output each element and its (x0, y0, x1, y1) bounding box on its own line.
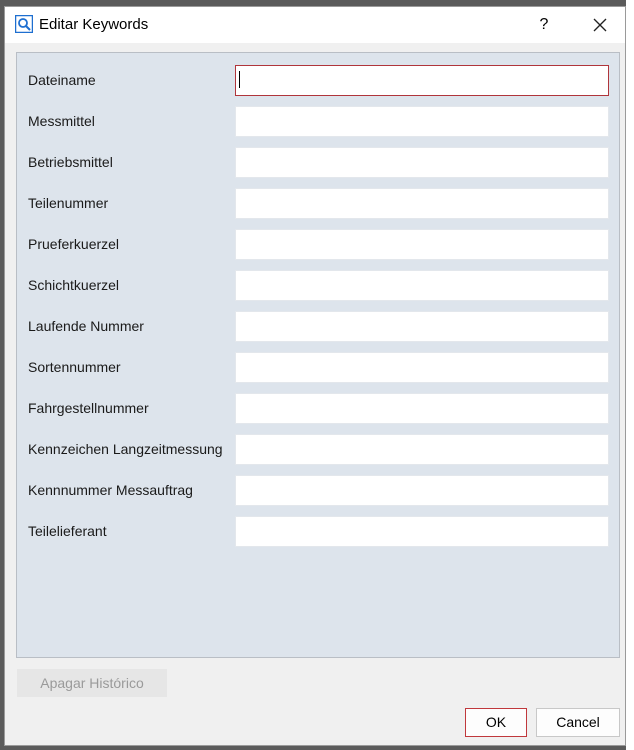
field-label: Dateiname (28, 72, 96, 88)
field-label: Kennzeichen Langzeitmessung (28, 441, 223, 457)
help-button[interactable]: ? (529, 11, 559, 39)
field-label: Schichtkuerzel (28, 277, 120, 293)
betriebsmittel-input[interactable] (235, 147, 609, 178)
field-row-kennnummer-messauftrag: Kennnummer Messauftrag (17, 475, 619, 506)
field-label: Teilelieferant (28, 523, 107, 539)
fahrgestellnummer-input[interactable] (235, 393, 609, 424)
field-row-teilenummer: Teilenummer (17, 188, 619, 219)
field-row-schichtkuerzel: Schichtkuerzel (17, 270, 619, 301)
kennzeichen-langzeitmessung-input[interactable] (235, 434, 609, 465)
edit-keywords-dialog: Editar Keywords ? Dateiname Messmittel B… (4, 6, 626, 746)
search-icon (14, 14, 34, 34)
close-icon (593, 18, 607, 32)
cancel-button[interactable]: Cancel (536, 708, 620, 737)
field-row-dateiname: Dateiname (17, 65, 619, 96)
keywords-panel: Dateiname Messmittel Betriebsmittel Teil… (16, 52, 620, 658)
field-row-teilelieferant: Teilelieferant (17, 516, 619, 547)
field-label: Sortennummer (28, 359, 121, 375)
field-label: Laufende Nummer (28, 318, 144, 334)
teilenummer-input[interactable] (235, 188, 609, 219)
sortennummer-input[interactable] (235, 352, 609, 383)
field-row-betriebsmittel: Betriebsmittel (17, 147, 619, 178)
schichtkuerzel-input[interactable] (235, 270, 609, 301)
messmittel-input[interactable] (235, 106, 609, 137)
title-bar: Editar Keywords ? (5, 7, 625, 43)
field-label: Prueferkuerzel (28, 236, 120, 252)
teilelieferant-input[interactable] (235, 516, 609, 547)
field-row-kennzeichen-langzeitmessung: Kennzeichen Langzeitmessung (17, 434, 619, 465)
field-row-messmittel: Messmittel (17, 106, 619, 137)
kennnummer-messauftrag-input[interactable] (235, 475, 609, 506)
background-window-strip (626, 0, 634, 750)
close-button[interactable] (585, 11, 615, 39)
field-label: Fahrgestellnummer (28, 400, 149, 416)
field-row-laufende-nummer: Laufende Nummer (17, 311, 619, 342)
field-row-fahrgestellnummer: Fahrgestellnummer (17, 393, 619, 424)
field-label: Messmittel (28, 113, 95, 129)
dialog-title: Editar Keywords (39, 16, 149, 33)
dateiname-input[interactable] (235, 65, 609, 96)
clear-history-button[interactable]: Apagar Histórico (17, 669, 167, 697)
ok-button[interactable]: OK (465, 708, 527, 737)
field-label: Teilenummer (28, 195, 109, 211)
text-caret (239, 71, 240, 88)
laufende-nummer-input[interactable] (235, 311, 609, 342)
prueferkuerzel-input[interactable] (235, 229, 609, 260)
field-row-sortennummer: Sortennummer (17, 352, 619, 383)
field-row-prueferkuerzel: Prueferkuerzel (17, 229, 619, 260)
field-label: Kennnummer Messauftrag (28, 482, 193, 498)
field-label: Betriebsmittel (28, 154, 113, 170)
